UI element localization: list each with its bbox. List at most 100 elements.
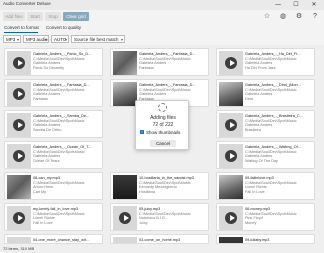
active-tab-indicator (4, 32, 38, 33)
chevron-down-icon: ▾ (44, 37, 47, 42)
file-card[interactable]: Gabriela_Anders_-_Waiting_Of... C:\Media\… (216, 141, 315, 169)
file-card[interactable]: 06-money.mp3 C:\Media\Soul\Dev\Spot\Music… (216, 203, 315, 231)
file-name: 09-lullaby.mp3 (245, 238, 270, 242)
file-name: Gabriela_Anders_-_Panic_So_D... (33, 52, 92, 56)
dialog-progress: 72 of 222 (152, 122, 174, 128)
tab-convert-quality[interactable]: Convert to quality (46, 25, 81, 30)
play-icon[interactable] (13, 88, 25, 100)
file-card[interactable]: Gabriela_Anders_-_Panic_So_D... C:\Media\… (4, 48, 103, 76)
chevron-down-icon: ▾ (16, 37, 19, 42)
thumbnail (7, 237, 31, 244)
file-card[interactable]: 05-juicy.mp3 C:\Media\Soul\Dev\Spot\Music… (110, 203, 209, 231)
play-icon[interactable] (225, 212, 237, 224)
add-files-button[interactable]: Add files (3, 12, 25, 21)
tab-convert-format[interactable]: Convert to format (4, 25, 39, 30)
bitrate-select[interactable]: AUTO ▾ (51, 35, 69, 43)
source-select[interactable]: Source file best match ▾ (71, 35, 125, 43)
file-album: Money (245, 220, 257, 225)
thumbnail (113, 237, 137, 244)
file-album: Fall In Love (33, 220, 53, 225)
minimize-button[interactable]: — (270, 0, 286, 10)
format-select[interactable]: MP3 ▾ (3, 35, 21, 43)
thumbnail (219, 51, 243, 75)
thumbnail (7, 175, 31, 199)
file-name: Gabriela_Anders_-_Brasileira_C... (245, 114, 303, 118)
file-album: Can My (33, 189, 47, 194)
file-album: Juicy (139, 220, 148, 225)
thumbnail (7, 51, 31, 75)
file-album: Samba De Orfeu (33, 127, 62, 132)
gear-icon[interactable]: ⚙ (294, 12, 304, 22)
file-card[interactable]: 08-can_my.mp3 C:\Media\Soul\Dev\Spot\Musi… (4, 172, 103, 200)
star-icon[interactable]: ☆ (262, 12, 272, 22)
play-icon[interactable] (13, 150, 25, 162)
play-icon[interactable] (225, 119, 237, 131)
conversion-tabs: Convert to format Convert to quality (0, 24, 324, 34)
title-bar: Audio Converter Deluxe — ☐ ✕ (0, 0, 324, 10)
file-card[interactable]: my-lonely-fall_in_love.mp3 C:\Media\Soul\… (4, 203, 103, 231)
file-album: Fantasia (139, 65, 154, 70)
play-icon[interactable] (13, 212, 25, 224)
file-card[interactable]: Gabriela_Anders_-_Ocean_Of_T... C:\Media\… (4, 141, 103, 169)
thumbnail (7, 144, 31, 168)
thumbnail (219, 144, 243, 168)
file-card[interactable]: 03-come_on_home.mp3 (110, 234, 209, 244)
file-card[interactable]: Gabriela_Anders_-_Fantasia_D... C:\Media\… (110, 48, 209, 76)
file-card[interactable]: Gabriela_Anders_-_Ha_Dirt_Fr... C:\Media\… (216, 48, 315, 76)
thumbnail (219, 206, 243, 230)
status-bar: 72 items, 310 MB (0, 245, 324, 253)
file-card[interactable]: Gabriela_Anders_-_Fantasia_D... C:\Media\… (4, 79, 103, 107)
play-icon[interactable] (13, 57, 25, 69)
file-card[interactable]: 10-hostilaria_in_the_sandst.mp3 C:\Media\… (110, 172, 209, 200)
play-icon[interactable] (13, 119, 25, 131)
codec-select[interactable]: MP3 audio ▾ (23, 35, 49, 43)
close-button[interactable]: ✕ (306, 0, 322, 10)
show-thumbnails-label: Show thumbnails (146, 130, 181, 135)
thumbnail (219, 175, 243, 199)
play-icon[interactable] (225, 57, 237, 69)
thumbnail (7, 206, 31, 230)
thumbnail (7, 82, 31, 106)
play-icon[interactable] (225, 150, 237, 162)
file-name: 03-come_on_home.mp3 (139, 238, 181, 242)
loading-spinner-icon (158, 103, 167, 112)
file-album: Panic So Decently (33, 65, 65, 70)
maximize-button[interactable]: ☐ (288, 0, 304, 10)
play-icon[interactable] (13, 243, 25, 244)
file-album: Ha Dirt From Jazz (245, 65, 276, 70)
file-album: Dind (245, 96, 253, 101)
file-card[interactable]: 04-one_more_chance_stay_wit... (4, 234, 103, 244)
file-card[interactable]: Gabriela_Anders_-_Brasileira_C... C:\Medi… (216, 110, 315, 138)
help-icon[interactable]: ? (310, 12, 320, 22)
thumbnail (113, 175, 137, 199)
thumbnail (219, 113, 243, 137)
thumbnail (219, 82, 243, 106)
file-album: Ocean Of Tears (33, 158, 60, 163)
options-bar: MP3 ▾ MP3 audio ▾ AUTO ▾ Source file best m… (0, 34, 324, 45)
toolbar: Add files Start Stop Clear grid ☆ ◍ ⚙ ? (0, 10, 324, 24)
file-name: Gabriela_Anders_-_Ocean_Of_T... (33, 145, 92, 149)
chevron-down-icon: ▾ (120, 37, 123, 42)
file-card[interactable]: Gabriela_Anders_-_Samba_De... C:\Media\So… (4, 110, 103, 138)
file-name: 04-one_more_chance_stay_wit... (33, 238, 89, 242)
file-album: Waiting Of The Day (245, 158, 278, 163)
thumbnail (113, 51, 137, 75)
dialog-title: Adding files (150, 115, 176, 121)
play-icon[interactable] (119, 243, 131, 244)
clear-grid-button[interactable]: Clear grid (63, 12, 89, 21)
file-card[interactable]: 09-fallinlove.mp3 C:\Media\Soul\Dev\Spot\… (216, 172, 315, 200)
show-thumbnails-checkbox[interactable] (140, 129, 144, 134)
window-title: Audio Converter Deluxe (3, 1, 51, 6)
stop-button[interactable]: Stop (45, 12, 61, 21)
cancel-button[interactable]: Cancel (150, 140, 176, 147)
file-card[interactable]: Gabriela_Anders_-_Dind_(Mon... C:\Media\S… (216, 79, 315, 107)
play-icon[interactable] (119, 212, 131, 224)
format-value: MP3 (6, 37, 16, 42)
start-button[interactable]: Start (27, 12, 43, 21)
file-card[interactable]: 09-lullaby.mp3 (216, 234, 315, 244)
file-album: Fantasia (33, 96, 48, 101)
status-text: 72 items, 310 MB (3, 246, 35, 251)
thumbnail (7, 113, 31, 137)
file-album: Hostilaria (139, 189, 155, 194)
globe-icon[interactable]: ◍ (278, 12, 288, 22)
